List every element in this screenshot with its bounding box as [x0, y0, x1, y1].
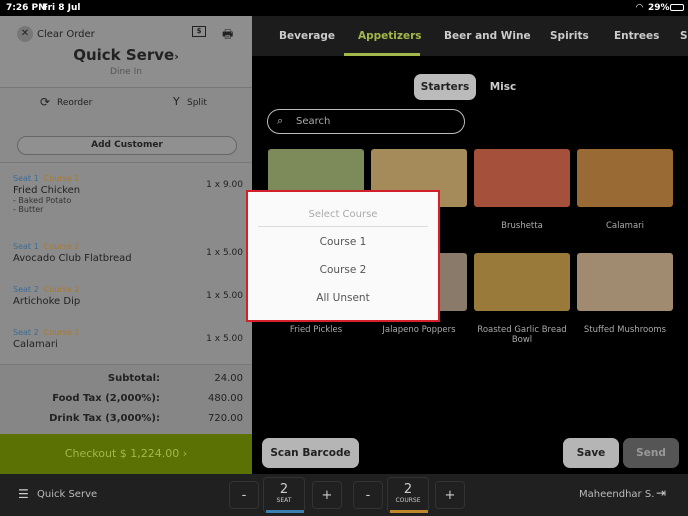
seat-tag: Seat 1 [13, 242, 39, 251]
divider [0, 162, 252, 163]
order-header: ✕ Clear Order $ 🖶 Quick Serve› Dine In [0, 16, 252, 88]
order-item[interactable]: Seat 1 Course 1 Fried Chicken 1 x 9.00 -… [13, 166, 243, 214]
save-button[interactable]: Save [563, 438, 619, 468]
tab-more[interactable]: S [680, 30, 688, 42]
item-qty: 1 x 5.00 [206, 334, 243, 344]
course-label: COURSE [395, 497, 421, 504]
status-time: 7:26 PM [6, 3, 48, 13]
send-button[interactable]: Send [623, 438, 679, 468]
item-modifier: - Butter [13, 205, 44, 214]
order-panel: ✕ Clear Order $ 🖶 Quick Serve› Dine In ⟳… [0, 16, 252, 474]
user-name: Maheendhar S. [579, 489, 655, 500]
logout-icon[interactable]: ⇥ [656, 486, 666, 500]
tab-beer-and-wine[interactable]: Beer and Wine [444, 30, 531, 42]
menu-item-image[interactable] [474, 253, 570, 311]
order-item[interactable]: Seat 1 Course 2 Avocado Club Flatbread 1… [13, 234, 243, 264]
menu-icon[interactable]: ☰ [18, 487, 29, 501]
food-tax-label: Food Tax (2,000%): [52, 393, 160, 404]
printer-icon[interactable]: 🖶 [222, 25, 233, 46]
item-qty: 1 x 9.00 [206, 180, 243, 190]
course-tag: Course 2 [43, 328, 80, 337]
seat-increment-button[interactable]: + [312, 481, 342, 509]
food-tax-value: 480.00 [208, 393, 243, 404]
seat-label: SEAT [276, 497, 292, 504]
order-type: Dine In [110, 67, 142, 77]
seat-tag: Seat 2 [13, 328, 39, 337]
course-decrement-button[interactable]: - [353, 481, 383, 509]
subtab-starters[interactable]: Starters [414, 74, 476, 100]
option-all-unsent[interactable]: All Unsent [248, 292, 438, 304]
wifi-icon: ◠ [636, 3, 643, 13]
add-customer-button[interactable]: Add Customer [17, 136, 237, 155]
checkout-button[interactable]: Checkout $ 1,224.00 › [0, 434, 252, 474]
menu-item-label[interactable]: Brushetta [474, 221, 570, 231]
seat-indicator [266, 510, 304, 513]
item-modifier: - Baked Potato [13, 196, 72, 205]
menu-item-label[interactable]: Jalapeno Poppers [371, 325, 467, 335]
course-tag: Course 1 [43, 174, 80, 183]
subtab-misc[interactable]: Misc [480, 74, 526, 100]
chevron-right-icon: › [174, 50, 179, 63]
subtotal-label: Subtotal: [107, 373, 160, 384]
order-title[interactable]: Quick Serve› [0, 46, 252, 64]
menu-item-label[interactable]: Calamari [577, 221, 673, 231]
menu-item-label[interactable]: Roasted Garlic Bread Bowl [474, 325, 570, 345]
drink-tax-value: 720.00 [208, 413, 243, 424]
seat-number: 2 [279, 482, 289, 497]
dialog-title: Select Course [308, 209, 378, 220]
search-input[interactable]: ⌕ Search [267, 109, 465, 134]
reorder-icon[interactable]: ⟳ [40, 95, 50, 109]
menu-item-image[interactable] [577, 149, 673, 207]
drink-tax-label: Drink Tax (3,000%): [49, 413, 160, 424]
totals: Subtotal: 24.00 Food Tax (2,000%): 480.0… [0, 364, 252, 434]
menu-item-image[interactable] [474, 149, 570, 207]
order-item[interactable]: Seat 2 Course 2 Artichoke Dip 1 x 5.00 [13, 277, 243, 307]
course-tag: Course 2 [43, 285, 80, 294]
tab-spirits[interactable]: Spirits [550, 30, 589, 42]
status-date: Fri 8 Jul [42, 3, 81, 13]
course-value: 2 COURSE [387, 477, 429, 513]
active-tab-indicator [344, 53, 420, 56]
reorder-button[interactable]: Reorder [57, 98, 92, 108]
seat-tag: Seat 1 [13, 174, 39, 183]
order-title-text: Quick Serve [73, 46, 175, 64]
option-course-1[interactable]: Course 1 [248, 236, 438, 248]
search-placeholder: Search [296, 116, 331, 127]
battery-level: 29% [648, 3, 670, 13]
split-button[interactable]: Split [187, 98, 207, 108]
split-icon[interactable]: Y [173, 95, 180, 108]
course-indicator [390, 510, 428, 513]
mode-label[interactable]: Quick Serve [37, 489, 97, 500]
battery-icon [670, 4, 684, 11]
course-number: 2 [403, 482, 413, 497]
order-item[interactable]: Seat 2 Course 2 Calamari 1 x 5.00 [13, 320, 243, 350]
menu-item-image[interactable] [577, 253, 673, 311]
category-tabs: Beverage Appetizers Beer and Wine Spirit… [252, 16, 688, 56]
select-course-dialog: Select Course Course 1 Course 2 All Unse… [246, 190, 440, 322]
course-increment-button[interactable]: + [435, 481, 465, 509]
clear-order-button[interactable]: Clear Order [37, 29, 95, 40]
tab-entrees[interactable]: Entrees [614, 30, 659, 42]
menu-item-label[interactable]: Fried Pickles [268, 325, 364, 335]
tab-appetizers[interactable]: Appetizers [358, 30, 422, 42]
search-icon: ⌕ [277, 114, 284, 127]
cash-drawer-icon[interactable]: $ [192, 26, 206, 37]
subtotal-value: 24.00 [214, 373, 243, 384]
menu-item-label[interactable]: Stuffed Mushrooms [577, 325, 673, 335]
seat-decrement-button[interactable]: - [229, 481, 259, 509]
bottom-bar: ☰ Quick Serve - 2 SEAT + - 2 COURSE + Mahe… [0, 474, 688, 516]
item-qty: 1 x 5.00 [206, 291, 243, 301]
tab-beverage[interactable]: Beverage [279, 30, 335, 42]
close-icon[interactable]: ✕ [17, 26, 33, 42]
seat-value: 2 SEAT [263, 477, 305, 513]
option-course-2[interactable]: Course 2 [248, 264, 438, 276]
item-qty: 1 x 5.00 [206, 248, 243, 258]
status-bar: 7:26 PM Fri 8 Jul ◠ 29% [0, 0, 688, 16]
scan-barcode-button[interactable]: Scan Barcode [262, 438, 359, 468]
divider [258, 226, 428, 227]
course-tag: Course 2 [43, 242, 80, 251]
seat-tag: Seat 2 [13, 285, 39, 294]
